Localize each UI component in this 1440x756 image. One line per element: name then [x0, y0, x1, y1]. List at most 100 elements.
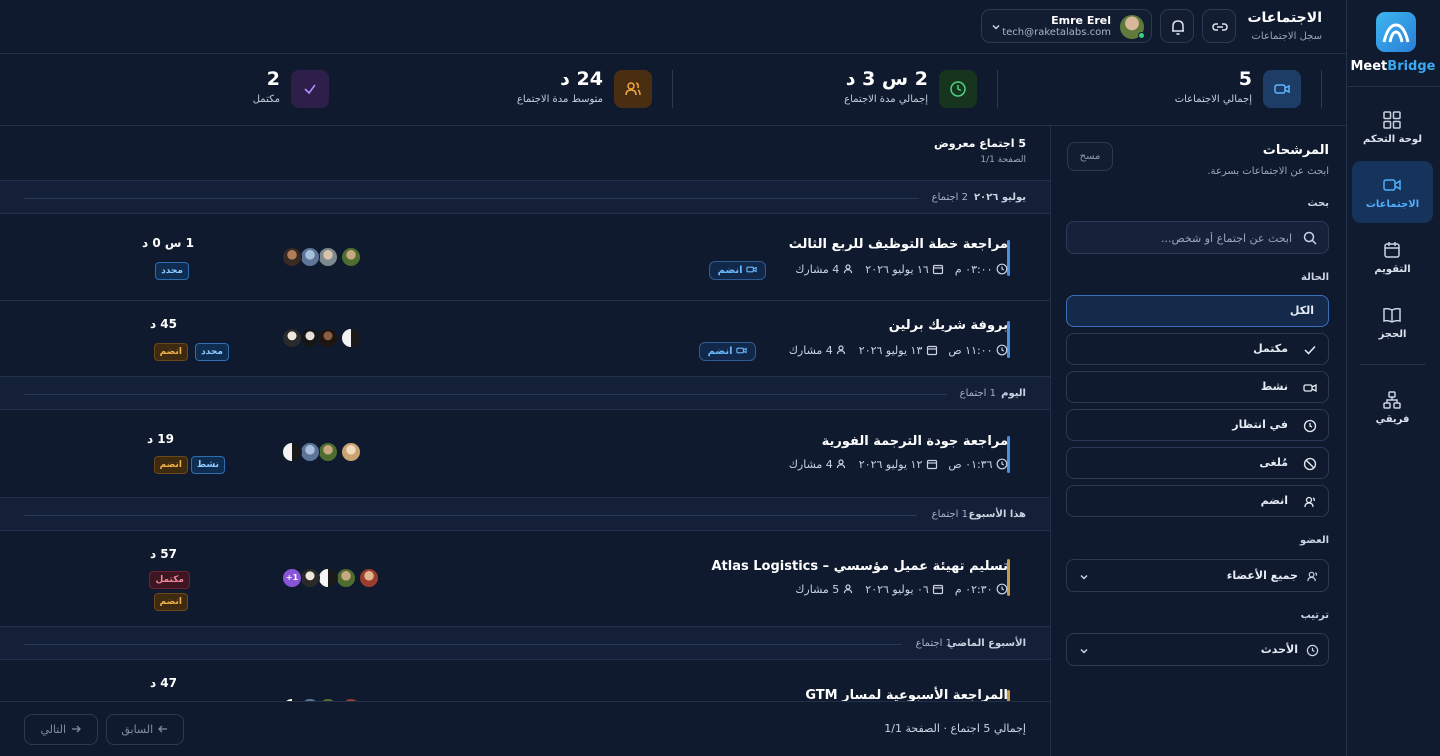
stat-total-meetings-label: إجمالي الاجتماعات: [1174, 94, 1252, 105]
user-menu[interactable]: Emre Erel tech@raketalabs.com: [981, 9, 1152, 43]
status-filter-completed[interactable]: مكتمل: [1066, 333, 1329, 365]
meeting-title[interactable]: بروفة شريك برلين: [889, 318, 1008, 333]
meeting-row[interactable]: مراجعة خطة التوظيف للربع الثالث ٠٣:٠٠ م …: [0, 214, 1050, 301]
filters-title: المرشحات: [1262, 143, 1329, 158]
user-icon: [1304, 496, 1315, 508]
status-badge: انضم: [153, 593, 188, 611]
more-participants-badge[interactable]: 1+: [282, 568, 302, 588]
prev-page-button[interactable]: السابق: [106, 714, 184, 745]
check-icon: [304, 84, 316, 95]
notifications-button[interactable]: [1160, 9, 1194, 43]
clock-icon: [996, 583, 1008, 595]
group-header: هذا الأسبوع 1 اجتماع: [0, 497, 1050, 531]
page-subtitle: سجل الاجتماعات: [1251, 31, 1322, 42]
meeting-meta: ٠٢:٣٠ م ٠٦ يوليو ٢٠٢٦ 5 مشارك: [795, 583, 1008, 596]
nav-label: الاجتماعات: [1365, 199, 1420, 210]
group-count: 2 اجتماع: [931, 192, 968, 203]
copy-link-button[interactable]: [1202, 9, 1236, 43]
meeting-title[interactable]: مراجعة خطة التوظيف للربع الثالث: [789, 237, 1008, 252]
member-select[interactable]: جميع الأعضاء: [1066, 559, 1329, 592]
stat-divider: [672, 70, 673, 108]
sort-select[interactable]: الأحدث: [1066, 633, 1329, 666]
app: MeetBridge لوحة التحكم الاجتماعات التقوي…: [0, 0, 1440, 756]
status-filter-label: انضم: [1260, 494, 1288, 507]
arrow-left-icon: [157, 725, 167, 733]
avatar: [300, 568, 320, 588]
nav-item-meetings[interactable]: الاجتماعات: [1352, 161, 1433, 223]
group-count: 1 اجتماع: [915, 638, 952, 649]
users-icon: [843, 584, 852, 594]
meeting-row[interactable]: مراجعة جودة الترجمة الفورية ٠١:٣٦ ص ١٢ ي…: [0, 410, 1050, 498]
group-divider-line: [24, 644, 902, 645]
status-filter-pending[interactable]: في انتظار: [1066, 409, 1329, 441]
status-filter-label: نشط: [1260, 380, 1288, 393]
meeting-duration: 45 د: [149, 317, 177, 331]
nav-item-calendar[interactable]: التقويم: [1352, 226, 1433, 288]
group-title: اليوم: [1001, 388, 1026, 399]
sort-label: ترتيب: [1300, 610, 1329, 621]
users-icon: [837, 459, 846, 469]
chevron-down-icon: [1080, 574, 1088, 580]
calendar-icon: [1384, 242, 1400, 258]
prev-label: السابق: [121, 723, 154, 736]
clock-icon: [1303, 419, 1317, 433]
users-icon: [837, 345, 846, 355]
chevron-down-icon: [992, 24, 1000, 30]
status-filter-active[interactable]: نشط: [1066, 371, 1329, 403]
meeting-title[interactable]: مراجعة جودة الترجمة الفورية: [822, 434, 1008, 449]
stat-total-meetings-value: 5: [1238, 68, 1252, 90]
app-logo[interactable]: [1376, 12, 1416, 52]
group-title: يوليو ٢٠٢٦: [973, 192, 1026, 203]
nav-item-booking[interactable]: الحجز: [1352, 291, 1433, 353]
meeting-row[interactable]: المراجعة الأسبوعية لمسار GTM 47 د: [0, 660, 1050, 702]
status-badge: محدد: [195, 343, 229, 361]
next-page-button[interactable]: التالي: [24, 714, 98, 745]
stat-divider: [997, 70, 998, 108]
meeting-title[interactable]: المراجعة الأسبوعية لمسار GTM: [805, 688, 1008, 702]
meeting-meta: ٠٣:٠٠ م ١٦ يوليو ٢٠٢٦ 4 مشارك: [795, 263, 1008, 276]
group-header: اليوم 1 اجتماع: [0, 376, 1050, 410]
nav-item-team[interactable]: فريقي: [1352, 376, 1433, 438]
user-email: tech@raketalabs.com: [1002, 27, 1111, 38]
meetings-list: 5 اجتماع معروض الصفحة 1/1 يوليو ٢٠٢٦ 2 ا…: [0, 126, 1050, 702]
status-filter-joined[interactable]: انضم: [1066, 485, 1329, 517]
list-count: 5 اجتماع معروض: [933, 137, 1026, 150]
avatar: [341, 328, 361, 348]
meeting-row[interactable]: تسليم تهيئة عميل مؤسسي – Atlas Logistics…: [0, 531, 1050, 627]
stat-divider: [1321, 70, 1322, 108]
clear-filters-button[interactable]: مسح: [1067, 142, 1113, 171]
calendar-icon: [926, 459, 937, 470]
meeting-row[interactable]: بروفة شريك برلين ١١:٠٠ ص ١٣ يوليو ٢٠٢٦ 4…: [0, 301, 1050, 377]
status-filter-cancelled[interactable]: مُلغى: [1066, 447, 1329, 479]
meeting-meta: ٠١:٣٦ ص ١٢ يوليو ٢٠٢٦ 4 مشارك: [789, 458, 1008, 471]
meeting-date: ٠٦ يوليو ٢٠٢٦: [865, 583, 929, 596]
join-label: انضم: [717, 265, 743, 276]
video-icon: [1274, 84, 1290, 94]
avatar: [282, 328, 302, 348]
filters-subtitle: ابحث عن الاجتماعات بسرعة.: [1207, 166, 1329, 177]
nav-label: فريقي: [1375, 414, 1410, 425]
avatar: [282, 247, 302, 267]
join-meeting-button[interactable]: انضم: [708, 261, 766, 280]
brand-name: MeetBridge: [1350, 59, 1436, 74]
member-select-value: جميع الأعضاء: [1226, 569, 1298, 582]
clock-icon: [950, 81, 966, 97]
group-header: يوليو ٢٠٢٦ 2 اجتماع: [0, 180, 1050, 214]
join-meeting-button[interactable]: انضم: [698, 342, 756, 361]
meeting-title[interactable]: تسليم تهيئة عميل مؤسسي – Atlas Logistics: [712, 559, 1009, 574]
search-input[interactable]: [1092, 229, 1292, 247]
video-icon: [1383, 179, 1401, 191]
meeting-participants: 5 مشارك: [795, 583, 840, 596]
meeting-participants: 4 مشارك: [795, 263, 840, 276]
status-filter-all[interactable]: الكل: [1066, 295, 1329, 327]
clock-icon: [996, 344, 1008, 356]
calendar-icon: [933, 584, 944, 595]
search-box: [1066, 221, 1329, 254]
nav-item-dashboard[interactable]: لوحة التحكم: [1352, 96, 1433, 158]
stat-icon-box: [291, 70, 329, 108]
clock-icon: [1306, 644, 1319, 657]
status-badge: انضم: [153, 343, 188, 361]
meeting-date: ١٢ يوليو ٢٠٢٦: [858, 458, 923, 471]
avatar: [300, 328, 320, 348]
avatar: [336, 568, 356, 588]
